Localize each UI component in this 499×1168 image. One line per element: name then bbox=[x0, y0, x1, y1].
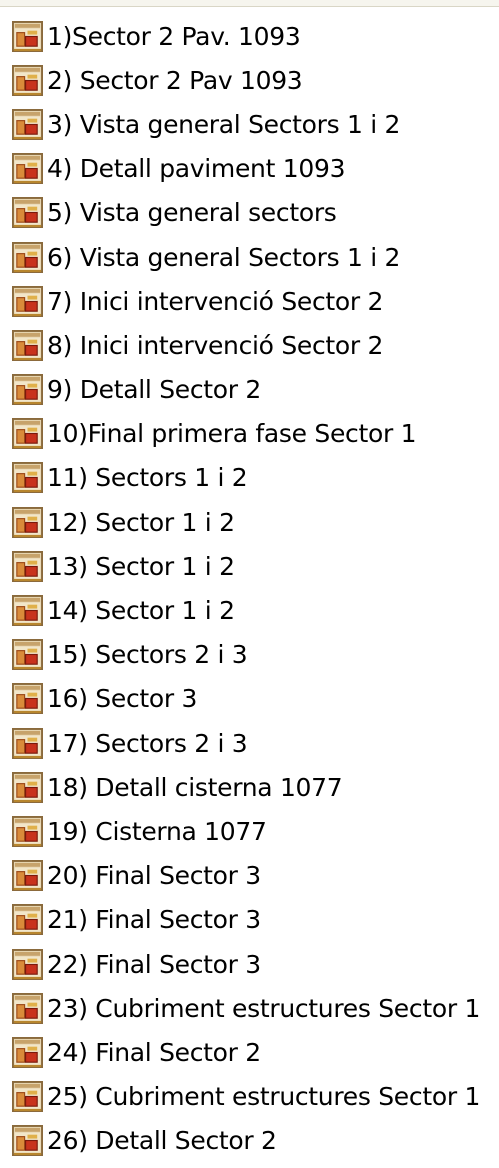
file-name: 5) Vista general sectors bbox=[47, 198, 337, 228]
file-list-item[interactable]: 20) Final Sector 3 bbox=[0, 854, 499, 898]
file-list: 1)Sector 2 Pav. 1093 2) Sector 2 Pav 109… bbox=[0, 14, 499, 1163]
presentation-file-icon bbox=[12, 904, 43, 936]
file-list-item[interactable]: 25) Cubriment estructures Sector 1 bbox=[0, 1075, 499, 1119]
file-name: 15) Sectors 2 i 3 bbox=[47, 640, 248, 670]
file-list-item[interactable]: 4) Detall paviment 1093 bbox=[0, 147, 499, 191]
presentation-file-icon bbox=[12, 815, 43, 847]
file-list-item[interactable]: 12) Sector 1 i 2 bbox=[0, 500, 499, 544]
list-header-edge bbox=[0, 0, 499, 7]
presentation-file-icon bbox=[12, 992, 43, 1024]
file-list-item[interactable]: 16) Sector 3 bbox=[0, 677, 499, 721]
file-name: 23) Cubriment estructures Sector 1 bbox=[47, 993, 481, 1023]
presentation-file-icon bbox=[12, 374, 43, 406]
presentation-file-icon bbox=[12, 683, 43, 715]
presentation-file-icon bbox=[12, 20, 43, 52]
file-list-item[interactable]: 18) Detall cisterna 1077 bbox=[0, 765, 499, 809]
file-name: 19) Cisterna 1077 bbox=[47, 816, 267, 846]
file-list-item[interactable]: 24) Final Sector 2 bbox=[0, 1030, 499, 1074]
presentation-file-icon bbox=[12, 329, 43, 361]
file-list-item[interactable]: 1)Sector 2 Pav. 1093 bbox=[0, 14, 499, 58]
file-name: 22) Final Sector 3 bbox=[47, 949, 261, 979]
presentation-file-icon bbox=[12, 595, 43, 627]
presentation-file-icon bbox=[12, 1036, 43, 1068]
file-name: 20) Final Sector 3 bbox=[47, 861, 261, 891]
presentation-file-icon bbox=[12, 948, 43, 980]
file-name: 7) Inici intervenció Sector 2 bbox=[47, 286, 384, 316]
file-name: 8) Inici intervenció Sector 2 bbox=[47, 330, 384, 360]
file-list-item[interactable]: 23) Cubriment estructures Sector 1 bbox=[0, 986, 499, 1030]
presentation-file-icon bbox=[12, 108, 43, 140]
file-name: 26) Detall Sector 2 bbox=[47, 1126, 277, 1156]
presentation-file-icon bbox=[12, 1125, 43, 1157]
file-list-item[interactable]: 19) Cisterna 1077 bbox=[0, 809, 499, 853]
file-list-item[interactable]: 11) Sectors 1 i 2 bbox=[0, 456, 499, 500]
file-name: 16) Sector 3 bbox=[47, 684, 198, 714]
file-name: 10)Final primera fase Sector 1 bbox=[47, 419, 417, 449]
file-name: 4) Detall paviment 1093 bbox=[47, 154, 346, 184]
file-list-item[interactable]: 21) Final Sector 3 bbox=[0, 898, 499, 942]
presentation-file-icon bbox=[12, 462, 43, 494]
file-list-item[interactable]: 8) Inici intervenció Sector 2 bbox=[0, 323, 499, 367]
file-list-item[interactable]: 5) Vista general sectors bbox=[0, 191, 499, 235]
file-name: 9) Detall Sector 2 bbox=[47, 375, 262, 405]
file-name: 6) Vista general Sectors 1 i 2 bbox=[47, 242, 401, 272]
presentation-file-icon bbox=[12, 418, 43, 450]
file-list-item[interactable]: 9) Detall Sector 2 bbox=[0, 368, 499, 412]
file-list-item[interactable]: 17) Sectors 2 i 3 bbox=[0, 721, 499, 765]
presentation-file-icon bbox=[12, 197, 43, 229]
file-name: 2) Sector 2 Pav 1093 bbox=[47, 65, 303, 95]
file-name: 3) Vista general Sectors 1 i 2 bbox=[47, 109, 401, 139]
file-name: 17) Sectors 2 i 3 bbox=[47, 728, 248, 758]
presentation-file-icon bbox=[12, 506, 43, 538]
file-list-item[interactable]: 6) Vista general Sectors 1 i 2 bbox=[0, 235, 499, 279]
file-name: 21) Final Sector 3 bbox=[47, 905, 261, 935]
presentation-file-icon bbox=[12, 860, 43, 892]
file-list-item[interactable]: 10)Final primera fase Sector 1 bbox=[0, 412, 499, 456]
file-name: 24) Final Sector 2 bbox=[47, 1037, 261, 1067]
file-name: 12) Sector 1 i 2 bbox=[47, 507, 235, 537]
file-list-item[interactable]: 13) Sector 1 i 2 bbox=[0, 544, 499, 588]
presentation-file-icon bbox=[12, 771, 43, 803]
presentation-file-icon bbox=[12, 285, 43, 317]
file-name: 14) Sector 1 i 2 bbox=[47, 596, 235, 626]
file-list-item[interactable]: 2) Sector 2 Pav 1093 bbox=[0, 58, 499, 102]
file-name: 13) Sector 1 i 2 bbox=[47, 551, 235, 581]
file-list-item[interactable]: 26) Detall Sector 2 bbox=[0, 1119, 499, 1163]
presentation-file-icon bbox=[12, 153, 43, 185]
presentation-file-icon bbox=[12, 241, 43, 273]
file-list-item[interactable]: 15) Sectors 2 i 3 bbox=[0, 633, 499, 677]
file-name: 1)Sector 2 Pav. 1093 bbox=[47, 21, 301, 51]
file-list-item[interactable]: 14) Sector 1 i 2 bbox=[0, 588, 499, 632]
file-name: 18) Detall cisterna 1077 bbox=[47, 772, 343, 802]
presentation-file-icon bbox=[12, 550, 43, 582]
presentation-file-icon bbox=[12, 1081, 43, 1113]
file-name: 25) Cubriment estructures Sector 1 bbox=[47, 1082, 481, 1112]
file-list-item[interactable]: 7) Inici intervenció Sector 2 bbox=[0, 279, 499, 323]
presentation-file-icon bbox=[12, 639, 43, 671]
file-name: 11) Sectors 1 i 2 bbox=[47, 463, 248, 493]
presentation-file-icon bbox=[12, 64, 43, 96]
file-list-item[interactable]: 22) Final Sector 3 bbox=[0, 942, 499, 986]
file-list-item[interactable]: 3) Vista general Sectors 1 i 2 bbox=[0, 102, 499, 146]
presentation-file-icon bbox=[12, 727, 43, 759]
